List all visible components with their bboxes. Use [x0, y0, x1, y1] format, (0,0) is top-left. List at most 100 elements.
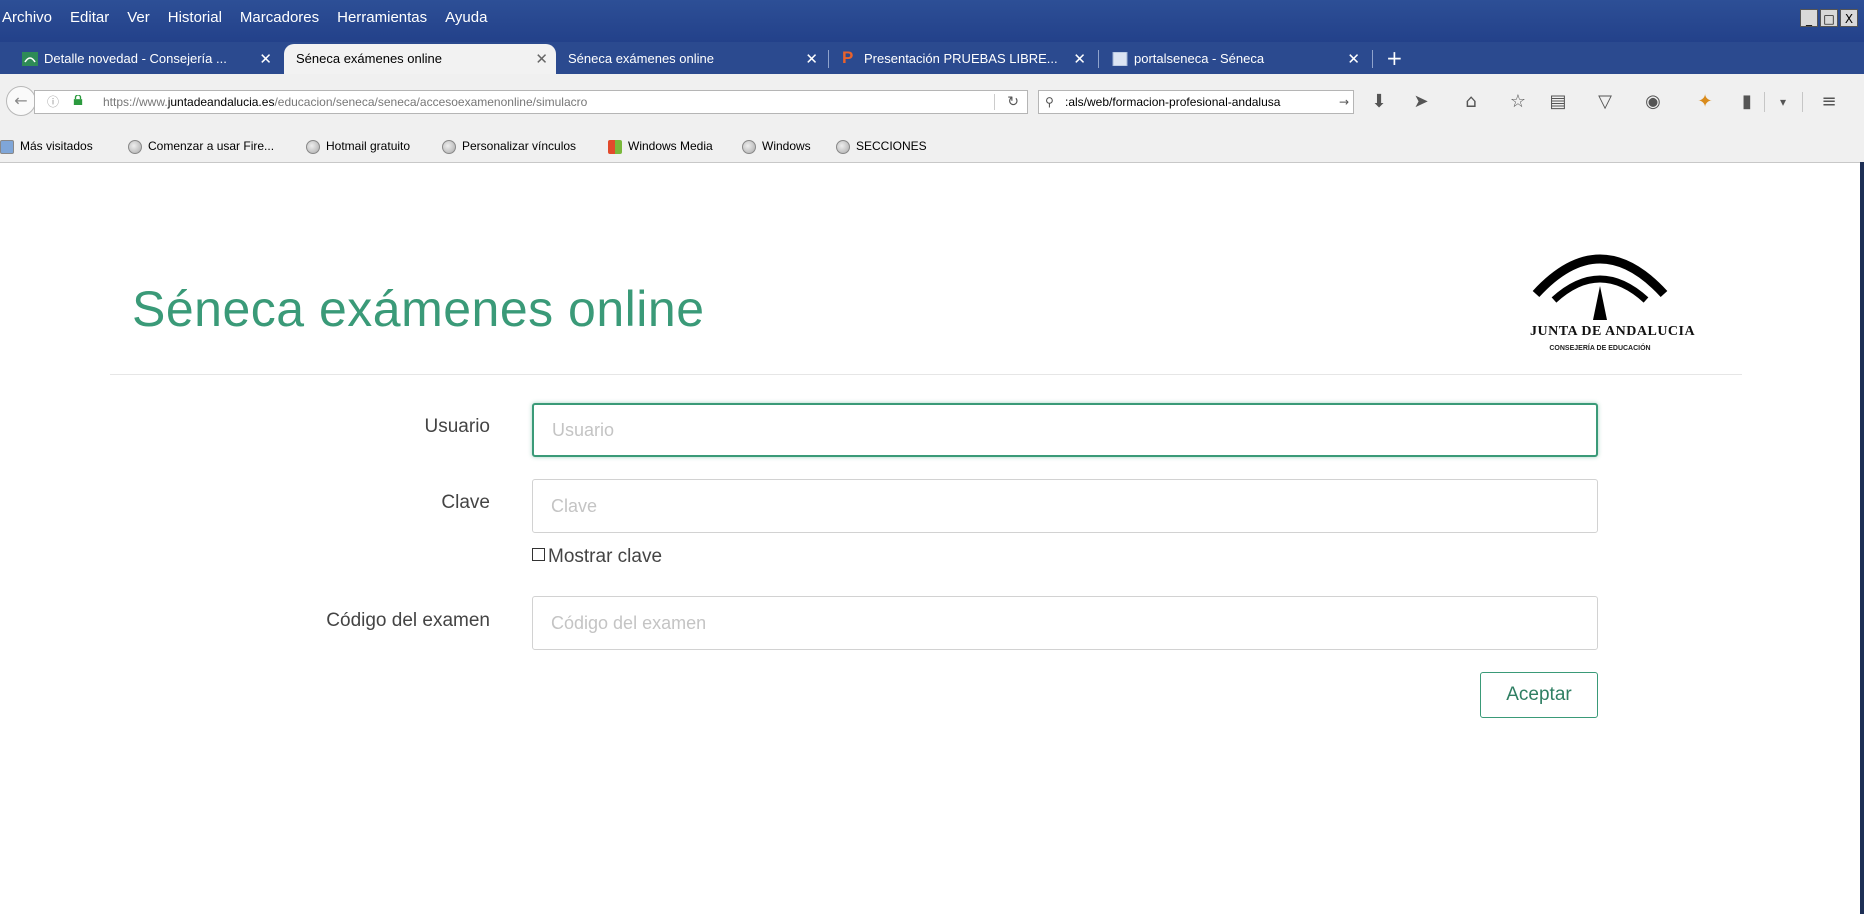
- info-icon[interactable]: ⓘ: [47, 91, 59, 113]
- search-text: :als/web/formacion-profesional-andalusa: [1065, 95, 1281, 109]
- bookmark-secciones[interactable]: SECCIONES: [836, 138, 927, 154]
- mostrar-clave-checkbox[interactable]: [532, 548, 545, 561]
- globe-icon: [836, 139, 850, 154]
- page-icon: [1112, 52, 1128, 66]
- menu-icon[interactable]: ≡: [1816, 90, 1842, 114]
- url-separator: [994, 94, 995, 110]
- battery-icon[interactable]: ▮: [1734, 90, 1760, 114]
- tab-title: Séneca exámenes online: [568, 51, 714, 66]
- window-controls: _ □ X: [1800, 9, 1858, 27]
- mostrar-clave-option[interactable]: Mostrar clave: [532, 546, 662, 568]
- bookmarks-bar: Más visitados Comenzar a usar Fire... Ho…: [0, 130, 1864, 163]
- search-icon: ⚲: [1045, 95, 1054, 109]
- search-bar[interactable]: ⚲ :als/web/formacion-profesional-andalus…: [1038, 90, 1354, 114]
- header-divider: [110, 374, 1742, 375]
- bookmark-label: Windows Media: [628, 139, 713, 153]
- usuario-input[interactable]: [532, 403, 1598, 457]
- globe-icon: [128, 139, 142, 154]
- aceptar-button[interactable]: Aceptar: [1480, 672, 1598, 718]
- search-go-arrow-icon[interactable]: →: [1339, 91, 1349, 113]
- globe-icon: [306, 139, 320, 154]
- windows-icon: [608, 139, 622, 154]
- menu-historial[interactable]: Historial: [168, 9, 222, 26]
- toolbar-separator: [1764, 92, 1765, 112]
- mostrar-clave-label: Mostrar clave: [548, 546, 663, 567]
- pocket-icon[interactable]: ▽: [1592, 90, 1618, 114]
- new-tab-icon[interactable]: +: [1386, 42, 1403, 74]
- url-bar[interactable]: ⓘ https://www.juntadeandalucia.es/educac…: [34, 90, 1028, 114]
- usuario-label: Usuario: [424, 416, 490, 437]
- maximize-button[interactable]: □: [1820, 9, 1838, 27]
- codigo-examen-label: Código del examen: [326, 610, 490, 631]
- tab-title: Séneca exámenes online: [296, 51, 442, 66]
- menu-ver[interactable]: Ver: [127, 9, 150, 26]
- menu-bar: Archivo Editar Ver Historial Marcadores …: [0, 0, 1864, 42]
- close-tab-icon[interactable]: ✕: [1073, 44, 1086, 74]
- url-prefix: https://www.: [103, 95, 168, 109]
- back-arrow-icon[interactable]: ←: [6, 86, 36, 116]
- clipboard-icon[interactable]: ▤: [1545, 90, 1571, 114]
- logo-text: JUNTA DE ANDALUCIA: [1530, 324, 1696, 339]
- tab-presentacion[interactable]: P Presentación PRUEBAS LIBRE... ✕: [836, 44, 1094, 74]
- bookmark-label: Hotmail gratuito: [326, 139, 411, 153]
- bookmark-windows[interactable]: Windows: [742, 138, 811, 154]
- close-window-button[interactable]: X: [1840, 9, 1858, 27]
- bookmark-label: Más visitados: [20, 139, 93, 153]
- page-title: Séneca exámenes online: [132, 281, 705, 337]
- bookmark-label: Windows: [762, 139, 811, 153]
- bookmark-label: SECCIONES: [856, 139, 927, 153]
- tab-seneca[interactable]: Séneca exámenes online ✕: [562, 44, 826, 74]
- bookmark-comenzar[interactable]: Comenzar a usar Fire...: [128, 138, 274, 154]
- tab-strip: Detalle novedad - Consejería ... ✕ Sénec…: [0, 42, 1864, 74]
- tab-detalle-novedad[interactable]: Detalle novedad - Consejería ... ✕: [16, 44, 280, 74]
- tab-separator: [1372, 50, 1373, 68]
- navigation-bar: ← ⓘ https://www.juntadeandalucia.es/educ…: [0, 74, 1864, 131]
- clave-label: Clave: [441, 492, 490, 513]
- tab-separator: [828, 50, 829, 68]
- bookmark-label: Personalizar vínculos: [462, 139, 577, 153]
- menu-archivo[interactable]: Archivo: [2, 9, 52, 26]
- download-icon[interactable]: ⬇: [1366, 90, 1392, 114]
- junta-favicon-icon: [22, 52, 38, 66]
- bookmark-windows-media[interactable]: Windows Media: [608, 138, 713, 154]
- menu-herramientas[interactable]: Herramientas: [337, 9, 427, 26]
- bookmark-label: Comenzar a usar Fire...: [148, 139, 275, 153]
- bookmark-hotmail[interactable]: Hotmail gratuito: [306, 138, 410, 154]
- send-icon[interactable]: ➤: [1408, 90, 1434, 114]
- window-right-edge: [1860, 162, 1864, 914]
- close-tab-icon[interactable]: ✕: [535, 44, 548, 74]
- url-path: /educacion/seneca/seneca/accesoexamenonl…: [274, 95, 588, 109]
- junta-andalucia-logo: JUNTA DE ANDALUCIA CONSEJERÍA DE EDUCACI…: [1530, 244, 1696, 356]
- menu-ayuda[interactable]: Ayuda: [445, 9, 487, 26]
- toolbar-separator: [1802, 92, 1803, 112]
- globe-icon: [742, 139, 756, 154]
- star-icon[interactable]: ☆: [1505, 90, 1531, 114]
- bookmark-mas-visitados[interactable]: Más visitados: [0, 138, 93, 154]
- close-tab-icon[interactable]: ✕: [1347, 44, 1360, 74]
- reload-icon[interactable]: ↻: [1007, 91, 1019, 113]
- bookmark-folder-icon: [0, 139, 14, 154]
- lock-icon: [73, 95, 83, 105]
- junta-arch-icon: [1532, 254, 1668, 320]
- close-tab-icon[interactable]: ✕: [805, 44, 818, 74]
- chat-icon[interactable]: ◉: [1640, 90, 1666, 114]
- tab-seneca-active[interactable]: Séneca exámenes online ✕: [284, 44, 556, 74]
- tab-title: Detalle novedad - Consejería ...: [44, 51, 227, 66]
- tab-title: Presentación PRUEBAS LIBRE...: [864, 51, 1058, 66]
- tab-portalseneca[interactable]: portalseneca - Séneca ✕: [1106, 44, 1368, 74]
- codigo-examen-input[interactable]: [532, 596, 1598, 650]
- minimize-button[interactable]: _: [1800, 9, 1818, 27]
- home-icon[interactable]: ⌂: [1458, 90, 1484, 114]
- dropdown-arrow-icon[interactable]: ▾: [1770, 90, 1796, 114]
- clave-input[interactable]: [532, 479, 1598, 533]
- menu-items: Archivo Editar Ver Historial Marcadores …: [2, 9, 487, 26]
- menu-marcadores[interactable]: Marcadores: [240, 9, 319, 26]
- bookmark-personalizar[interactable]: Personalizar vínculos: [442, 138, 576, 154]
- extension-icon[interactable]: ✦: [1692, 90, 1718, 114]
- tab-separator: [1098, 50, 1099, 68]
- url-text: https://www.juntadeandalucia.es/educacio…: [103, 91, 587, 113]
- tab-title: portalseneca - Séneca: [1134, 51, 1265, 66]
- menu-editar[interactable]: Editar: [70, 9, 109, 26]
- globe-icon: [442, 139, 456, 154]
- close-tab-icon[interactable]: ✕: [259, 44, 272, 74]
